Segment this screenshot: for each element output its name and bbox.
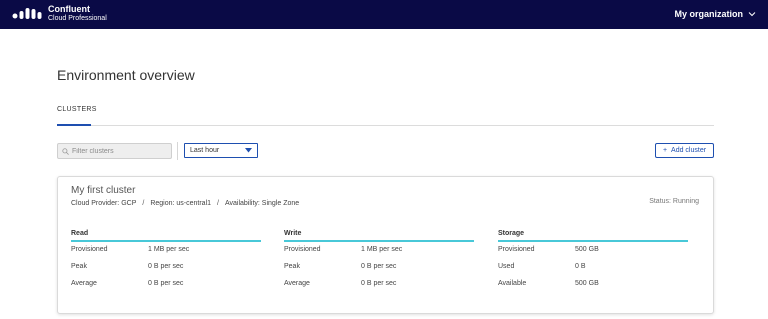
write-section: Write Provisioned 1 MB per sec Peak 0 B pe… <box>284 229 474 293</box>
organization-label: My organization <box>674 9 743 19</box>
metric-label: Peak <box>71 263 87 270</box>
time-range-select[interactable]: Last hour <box>184 143 258 158</box>
metric-row: Provisioned 1 MB per sec <box>71 242 261 259</box>
cluster-name[interactable]: My first cluster <box>71 185 135 196</box>
page-title: Environment overview <box>57 67 195 83</box>
tab-clusters[interactable]: CLUSTERS <box>57 104 96 126</box>
metric-value: 0 B per sec <box>148 280 184 287</box>
top-nav-bar: Confluent Cloud Professional My organiza… <box>0 0 768 29</box>
caret-down-icon <box>245 148 252 153</box>
metric-label: Average <box>71 280 97 287</box>
metric-row: Average 0 B per sec <box>71 276 261 293</box>
metric-value: 0 B per sec <box>361 280 397 287</box>
search-icon <box>62 147 69 155</box>
detail-separator: / <box>217 200 219 207</box>
availability: Availability: Single Zone <box>224 200 300 207</box>
add-cluster-label: Add cluster <box>671 147 707 154</box>
organization-menu[interactable]: My organization <box>674 9 756 19</box>
metric-label: Provisioned <box>498 246 535 253</box>
section-title: Storage <box>498 229 688 242</box>
filter-clusters-input[interactable] <box>72 147 167 155</box>
toolbar-divider <box>177 142 178 160</box>
add-cluster-button[interactable]: + Add cluster <box>655 143 714 158</box>
brand-subtitle: Cloud Professional <box>48 15 107 22</box>
metric-label: Average <box>284 280 310 287</box>
chevron-down-icon <box>748 12 756 17</box>
cluster-status: Status: Running <box>649 198 699 205</box>
metric-value: 0 B per sec <box>148 263 184 270</box>
metric-row: Provisioned 500 GB <box>498 242 688 259</box>
metric-row: Average 0 B per sec <box>284 276 474 293</box>
metric-label: Used <box>498 263 515 270</box>
read-section: Read Provisioned 1 MB per sec Peak 0 B per… <box>71 229 261 293</box>
plus-icon: + <box>662 147 668 154</box>
metric-row: Peak 0 B per sec <box>284 259 474 276</box>
cluster-card[interactable]: My first cluster Cloud Provider: GCP / R… <box>57 176 714 314</box>
metric-row: Available 500 GB <box>498 276 688 293</box>
metric-value: 0 B <box>575 263 586 270</box>
cluster-details: Cloud Provider: GCP / Region: us-central… <box>71 200 299 207</box>
metric-value: 1 MB per sec <box>148 246 190 253</box>
metric-label: Peak <box>284 263 300 270</box>
filter-clusters-field[interactable] <box>57 143 172 159</box>
metric-row: Provisioned 1 MB per sec <box>284 242 474 259</box>
region: Region: us-central1 <box>150 200 212 207</box>
metric-row: Used 0 B <box>498 259 688 276</box>
metric-value: 500 GB <box>575 280 599 287</box>
time-range-value: Last hour <box>190 147 220 154</box>
confluent-logo-icon[interactable] <box>12 7 42 21</box>
tab-bar: CLUSTERS <box>57 104 714 126</box>
storage-section: Storage Provisioned 500 GB Used 0 B Availa… <box>498 229 688 293</box>
metric-value: 500 GB <box>575 246 599 253</box>
metric-value: 1 MB per sec <box>361 246 403 253</box>
metric-label: Provisioned <box>284 246 321 253</box>
metric-label: Available <box>498 280 527 287</box>
metric-value: 0 B per sec <box>361 263 397 270</box>
section-title: Read <box>71 229 261 242</box>
cloud-provider: Cloud Provider: GCP <box>71 200 137 207</box>
metric-label: Provisioned <box>71 246 108 253</box>
brand-name: Confluent <box>48 4 90 14</box>
metric-row: Peak 0 B per sec <box>71 259 261 276</box>
detail-separator: / <box>142 200 145 207</box>
section-title: Write <box>284 229 474 242</box>
